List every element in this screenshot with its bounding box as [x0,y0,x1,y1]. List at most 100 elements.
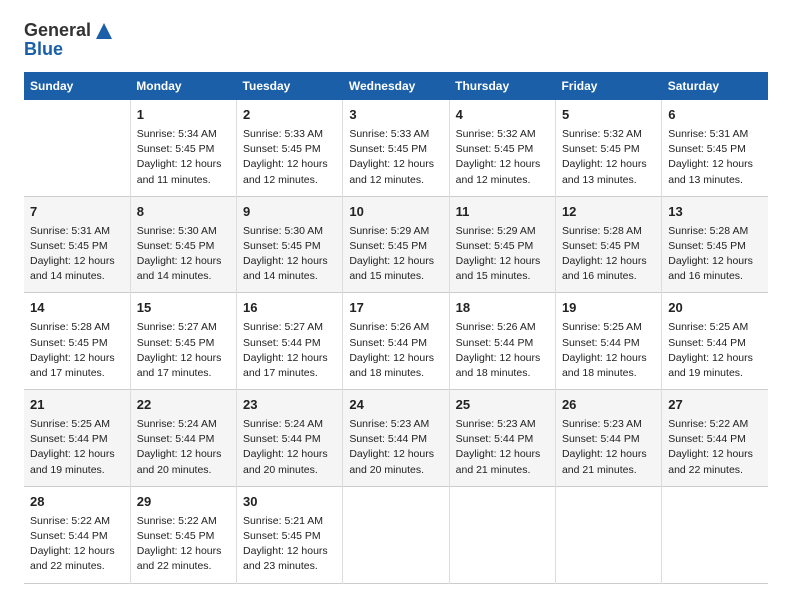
day-number: 26 [562,396,655,415]
weekday-header-monday: Monday [130,72,236,100]
day-info: Sunrise: 5:25 AMSunset: 5:44 PMDaylight:… [30,418,115,476]
calendar-cell: 24 Sunrise: 5:23 AMSunset: 5:44 PMDayligh… [343,390,449,487]
calendar-cell: 7Sunrise: 5:31 AMSunset: 5:45 PMDaylight… [24,196,130,293]
calendar-cell: 29 Sunrise: 5:22 AMSunset: 5:45 PMDayligh… [130,486,236,583]
day-number: 11 [456,203,549,222]
calendar-cell: 10Sunrise: 5:29 AMSunset: 5:45 PMDayligh… [343,196,449,293]
day-number: 15 [137,299,230,318]
calendar-cell: 14Sunrise: 5:28 AMSunset: 5:45 PMDayligh… [24,293,130,390]
calendar-cell: 23Sunrise: 5:24 AMSunset: 5:44 PMDayligh… [237,390,343,487]
day-info: Sunrise: 5:24 AMSunset: 5:44 PMDaylight:… [137,418,222,476]
calendar-cell: 11 Sunrise: 5:29 AMSunset: 5:45 PMDayligh… [449,196,555,293]
calendar-cell: 15 Sunrise: 5:27 AMSunset: 5:45 PMDayligh… [130,293,236,390]
day-info: Sunrise: 5:27 AMSunset: 5:44 PMDaylight:… [243,321,328,379]
week-row-3: 14Sunrise: 5:28 AMSunset: 5:45 PMDayligh… [24,293,768,390]
day-number: 16 [243,299,336,318]
calendar-cell: 1 Sunrise: 5:34 AMSunset: 5:45 PMDaylight… [130,100,236,196]
day-number: 6 [668,106,762,125]
day-info: Sunrise: 5:23 AMSunset: 5:44 PMDaylight:… [349,418,434,476]
calendar-cell: 9Sunrise: 5:30 AMSunset: 5:45 PMDaylight… [237,196,343,293]
weekday-header-sunday: Sunday [24,72,130,100]
day-info: Sunrise: 5:28 AMSunset: 5:45 PMDaylight:… [562,225,647,283]
day-info: Sunrise: 5:24 AMSunset: 5:44 PMDaylight:… [243,418,328,476]
logo-general: General [24,20,91,41]
calendar-cell: 4 Sunrise: 5:32 AMSunset: 5:45 PMDaylight… [449,100,555,196]
calendar-cell [662,486,768,583]
day-info: Sunrise: 5:21 AMSunset: 5:45 PMDaylight:… [243,515,328,573]
week-row-2: 7Sunrise: 5:31 AMSunset: 5:45 PMDaylight… [24,196,768,293]
day-number: 1 [137,106,230,125]
calendar-cell: 25 Sunrise: 5:23 AMSunset: 5:44 PMDayligh… [449,390,555,487]
calendar-cell [449,486,555,583]
day-info: Sunrise: 5:27 AMSunset: 5:45 PMDaylight:… [137,321,222,379]
day-info: Sunrise: 5:32 AMSunset: 5:45 PMDaylight:… [562,128,647,186]
weekday-header-thursday: Thursday [449,72,555,100]
day-info: Sunrise: 5:30 AMSunset: 5:45 PMDaylight:… [137,225,222,283]
day-info: Sunrise: 5:33 AMSunset: 5:45 PMDaylight:… [243,128,328,186]
day-info: Sunrise: 5:34 AMSunset: 5:45 PMDaylight:… [137,128,222,186]
day-number: 4 [456,106,549,125]
day-info: Sunrise: 5:22 AMSunset: 5:45 PMDaylight:… [137,515,222,573]
weekday-header-wednesday: Wednesday [343,72,449,100]
day-info: Sunrise: 5:23 AMSunset: 5:44 PMDaylight:… [456,418,541,476]
day-number: 21 [30,396,124,415]
day-number: 12 [562,203,655,222]
calendar-cell: 3 Sunrise: 5:33 AMSunset: 5:45 PMDaylight… [343,100,449,196]
calendar-cell: 16 Sunrise: 5:27 AMSunset: 5:44 PMDayligh… [237,293,343,390]
day-number: 8 [137,203,230,222]
calendar-cell: 18 Sunrise: 5:26 AMSunset: 5:44 PMDayligh… [449,293,555,390]
calendar-cell: 2 Sunrise: 5:33 AMSunset: 5:45 PMDaylight… [237,100,343,196]
calendar-cell: 5 Sunrise: 5:32 AMSunset: 5:45 PMDaylight… [555,100,661,196]
week-row-1: 1 Sunrise: 5:34 AMSunset: 5:45 PMDaylight… [24,100,768,196]
calendar-cell: 8 Sunrise: 5:30 AMSunset: 5:45 PMDaylight… [130,196,236,293]
day-info: Sunrise: 5:26 AMSunset: 5:44 PMDaylight:… [456,321,541,379]
day-info: Sunrise: 5:28 AMSunset: 5:45 PMDaylight:… [30,321,115,379]
day-number: 25 [456,396,549,415]
weekday-header-tuesday: Tuesday [237,72,343,100]
calendar-cell: 17 Sunrise: 5:26 AMSunset: 5:44 PMDayligh… [343,293,449,390]
week-row-5: 28Sunrise: 5:22 AMSunset: 5:44 PMDayligh… [24,486,768,583]
day-number: 19 [562,299,655,318]
day-number: 5 [562,106,655,125]
calendar-cell: 26 Sunrise: 5:23 AMSunset: 5:44 PMDayligh… [555,390,661,487]
day-info: Sunrise: 5:33 AMSunset: 5:45 PMDaylight:… [349,128,434,186]
calendar-cell: 21 Sunrise: 5:25 AMSunset: 5:44 PMDayligh… [24,390,130,487]
day-number: 3 [349,106,442,125]
day-info: Sunrise: 5:30 AMSunset: 5:45 PMDaylight:… [243,225,328,283]
day-info: Sunrise: 5:22 AMSunset: 5:44 PMDaylight:… [668,418,753,476]
logo: General Blue [24,20,114,60]
day-info: Sunrise: 5:28 AMSunset: 5:45 PMDaylight:… [668,225,753,283]
weekday-header-saturday: Saturday [662,72,768,100]
week-row-4: 21 Sunrise: 5:25 AMSunset: 5:44 PMDayligh… [24,390,768,487]
day-number: 28 [30,493,124,512]
calendar-cell [343,486,449,583]
day-number: 10 [349,203,442,222]
logo-blue-text: Blue [24,39,114,60]
calendar-cell: 22Sunrise: 5:24 AMSunset: 5:44 PMDayligh… [130,390,236,487]
weekday-header-friday: Friday [555,72,661,100]
calendar-cell: 27 Sunrise: 5:22 AMSunset: 5:44 PMDayligh… [662,390,768,487]
day-number: 2 [243,106,336,125]
day-number: 29 [137,493,230,512]
day-number: 24 [349,396,442,415]
day-number: 13 [668,203,762,222]
day-number: 20 [668,299,762,318]
day-info: Sunrise: 5:32 AMSunset: 5:45 PMDaylight:… [456,128,541,186]
day-info: Sunrise: 5:31 AMSunset: 5:45 PMDaylight:… [30,225,115,283]
calendar-cell: 12 Sunrise: 5:28 AMSunset: 5:45 PMDayligh… [555,196,661,293]
page-header: General Blue [24,20,768,60]
day-info: Sunrise: 5:29 AMSunset: 5:45 PMDaylight:… [456,225,541,283]
day-info: Sunrise: 5:26 AMSunset: 5:44 PMDaylight:… [349,321,434,379]
day-number: 18 [456,299,549,318]
day-info: Sunrise: 5:23 AMSunset: 5:44 PMDaylight:… [562,418,647,476]
day-info: Sunrise: 5:25 AMSunset: 5:44 PMDaylight:… [668,321,753,379]
calendar-cell: 13 Sunrise: 5:28 AMSunset: 5:45 PMDayligh… [662,196,768,293]
day-number: 27 [668,396,762,415]
calendar-cell: 30Sunrise: 5:21 AMSunset: 5:45 PMDayligh… [237,486,343,583]
day-number: 17 [349,299,442,318]
calendar-cell: 28Sunrise: 5:22 AMSunset: 5:44 PMDayligh… [24,486,130,583]
calendar-cell: 19Sunrise: 5:25 AMSunset: 5:44 PMDayligh… [555,293,661,390]
weekday-header-row: SundayMondayTuesdayWednesdayThursdayFrid… [24,72,768,100]
calendar-table: SundayMondayTuesdayWednesdayThursdayFrid… [24,72,768,584]
calendar-cell [555,486,661,583]
